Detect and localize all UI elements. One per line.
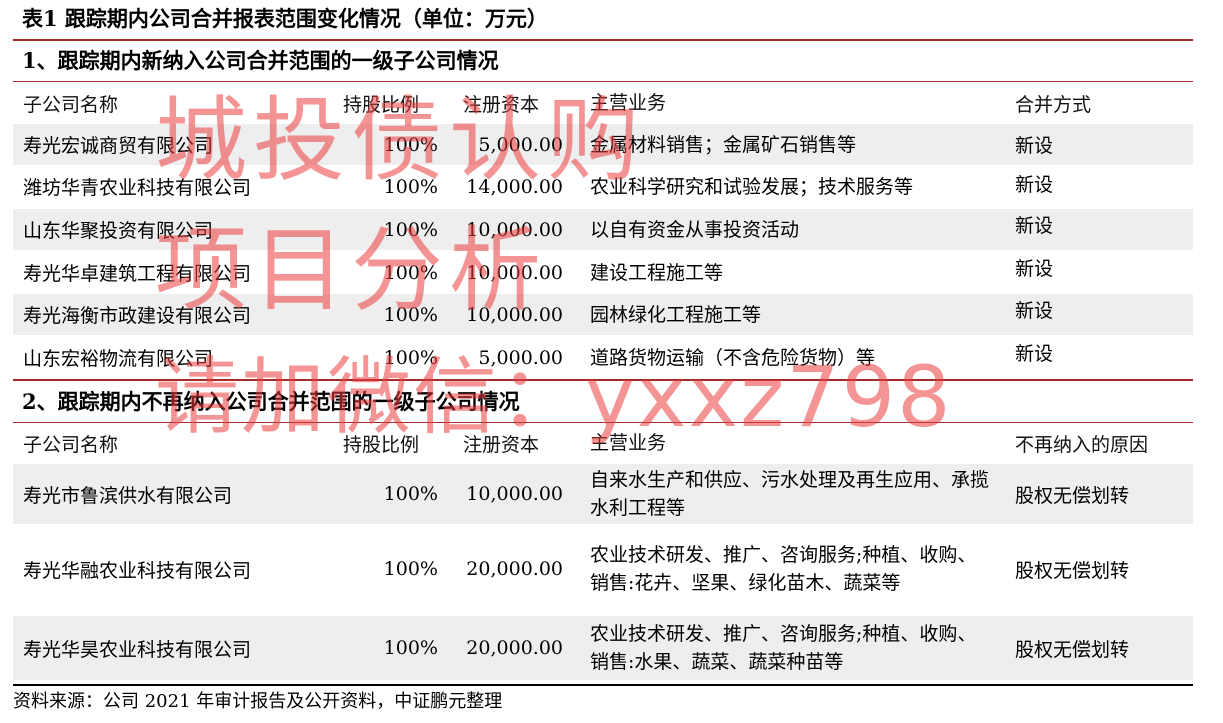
cell-method: 新设 — [1015, 215, 1054, 237]
table-row: 山东华聚投资有限公司 100% 10,000.00 以自有资金从事投资活动 新设 — [13, 209, 1193, 250]
cell-reason: 股权无偿划转 — [1015, 484, 1130, 507]
header-company-name: 子公司名称 — [23, 433, 119, 456]
cell-company: 寿光宏诚商贸有限公司 — [23, 135, 214, 157]
cell-capital: 20,000.00 — [466, 558, 563, 580]
cell-reason: 股权无偿划转 — [1015, 559, 1130, 582]
cell-company: 寿光华昊农业科技有限公司 — [23, 638, 252, 661]
cell-share: 100% — [383, 346, 438, 369]
section1-divider — [13, 81, 1193, 82]
table-row: 寿光市鲁滨供水有限公司 100% 10,000.00 自来水生产和供应、污水处理… — [13, 464, 1193, 524]
section2-header-row: 子公司名称 持股比例 注册资本 主营业务 不再纳入的原因 — [13, 424, 1193, 462]
bottom-rule — [13, 684, 1193, 686]
cell-business: 建设工程施工等 — [590, 261, 724, 284]
cell-capital: 10,000.00 — [466, 483, 563, 505]
source-note: 资料来源：公司 2021 年审计报告及公开资料，中证鹏元整理 — [13, 691, 503, 712]
cell-capital: 10,000.00 — [466, 261, 563, 284]
cell-company: 寿光华融农业科技有限公司 — [23, 559, 252, 582]
cell-method: 新设 — [1015, 343, 1054, 365]
cell-share: 100% — [383, 558, 438, 580]
cell-reason: 股权无偿划转 — [1015, 638, 1130, 661]
cell-capital: 10,000.00 — [466, 303, 563, 326]
table-row: 寿光海衡市政建设有限公司 100% 10,000.00 园林绿化工程施工等 新设 — [13, 294, 1193, 335]
cell-share: 100% — [383, 483, 438, 505]
cell-share: 100% — [383, 261, 438, 284]
table-title: 表1 跟踪期内公司合并报表范围变化情况（单位：万元） — [22, 6, 548, 31]
header-main-business: 主营业务 — [590, 92, 667, 114]
cell-company: 寿光海衡市政建设有限公司 — [23, 305, 252, 327]
cell-share: 100% — [383, 175, 438, 198]
cell-business: 金属材料销售；金属矿石销售等 — [590, 133, 857, 156]
cell-capital: 10,000.00 — [466, 218, 563, 241]
table-row: 潍坊华青农业科技有限公司 100% 14,000.00 农业科学研究和试验发展；… — [13, 166, 1193, 207]
section1-title: 1、跟踪期内新纳入公司合并范围的一级子公司情况 — [22, 48, 499, 73]
cell-share: 100% — [383, 637, 438, 659]
cell-company: 潍坊华青农业科技有限公司 — [23, 177, 252, 199]
table-row: 寿光华卓建筑工程有限公司 100% 10,000.00 建设工程施工等 新设 — [13, 252, 1193, 293]
table-row: 寿光华融农业科技有限公司 100% 20,000.00 农业技术研发、推广、咨询… — [13, 525, 1193, 613]
cell-method: 新设 — [1015, 300, 1054, 322]
cell-company: 寿光市鲁滨供水有限公司 — [23, 484, 233, 507]
cell-business: 农业科学研究和试验发展；技术服务等 — [590, 175, 914, 198]
cell-method: 新设 — [1015, 174, 1054, 196]
cell-method: 新设 — [1015, 258, 1054, 280]
cell-capital: 5,000.00 — [478, 346, 563, 369]
table-row: 寿光华昊农业科技有限公司 100% 20,000.00 农业技术研发、推广、咨询… — [13, 616, 1193, 680]
cell-capital: 5,000.00 — [478, 133, 563, 156]
cell-company: 山东宏裕物流有限公司 — [23, 348, 214, 370]
header-share-ratio: 持股比例 — [343, 93, 420, 116]
cell-business: 道路货物运输（不含危险货物）等 — [590, 346, 876, 369]
cell-method: 新设 — [1015, 135, 1054, 157]
cell-capital: 14,000.00 — [466, 175, 563, 198]
cell-business: 以自有资金从事投资活动 — [590, 218, 800, 241]
section1-header-row: 子公司名称 持股比例 注册资本 主营业务 合并方式 — [13, 84, 1193, 122]
table-row: 山东宏裕物流有限公司 100% 5,000.00 道路货物运输（不含危险货物）等… — [13, 337, 1193, 378]
cell-business: 农业技术研发、推广、咨询服务;种植、收购、销售:花卉、坚果、绿化苗木、蔬菜等 — [590, 544, 977, 594]
cell-share: 100% — [383, 218, 438, 241]
header-company-name: 子公司名称 — [23, 93, 119, 116]
cell-business: 园林绿化工程施工等 — [590, 303, 762, 326]
cell-share: 100% — [383, 133, 438, 156]
cell-business: 自来水生产和供应、污水处理及再生应用、承揽水利工程等 — [590, 469, 990, 519]
header-merge-method: 合并方式 — [1015, 93, 1092, 116]
table-row: 寿光宏诚商贸有限公司 100% 5,000.00 金属材料销售；金属矿石销售等 … — [13, 124, 1193, 165]
header-registered-capital: 注册资本 — [463, 433, 540, 456]
section2-divider — [13, 422, 1193, 423]
header-exclusion-reason: 不再纳入的原因 — [1015, 433, 1149, 456]
section2-title: 2、跟踪期内不再纳入公司合并范围的一级子公司情况 — [22, 389, 520, 414]
middle-rule — [13, 379, 1193, 381]
header-main-business: 主营业务 — [590, 432, 667, 454]
cell-business: 农业技术研发、推广、咨询服务;种植、收购、销售:水果、蔬菜、蔬菜种苗等 — [590, 623, 977, 673]
header-registered-capital: 注册资本 — [463, 93, 540, 116]
cell-company: 山东华聚投资有限公司 — [23, 220, 214, 242]
header-share-ratio: 持股比例 — [343, 433, 420, 456]
cell-capital: 20,000.00 — [466, 637, 563, 659]
cell-company: 寿光华卓建筑工程有限公司 — [23, 263, 252, 285]
cell-share: 100% — [383, 303, 438, 326]
